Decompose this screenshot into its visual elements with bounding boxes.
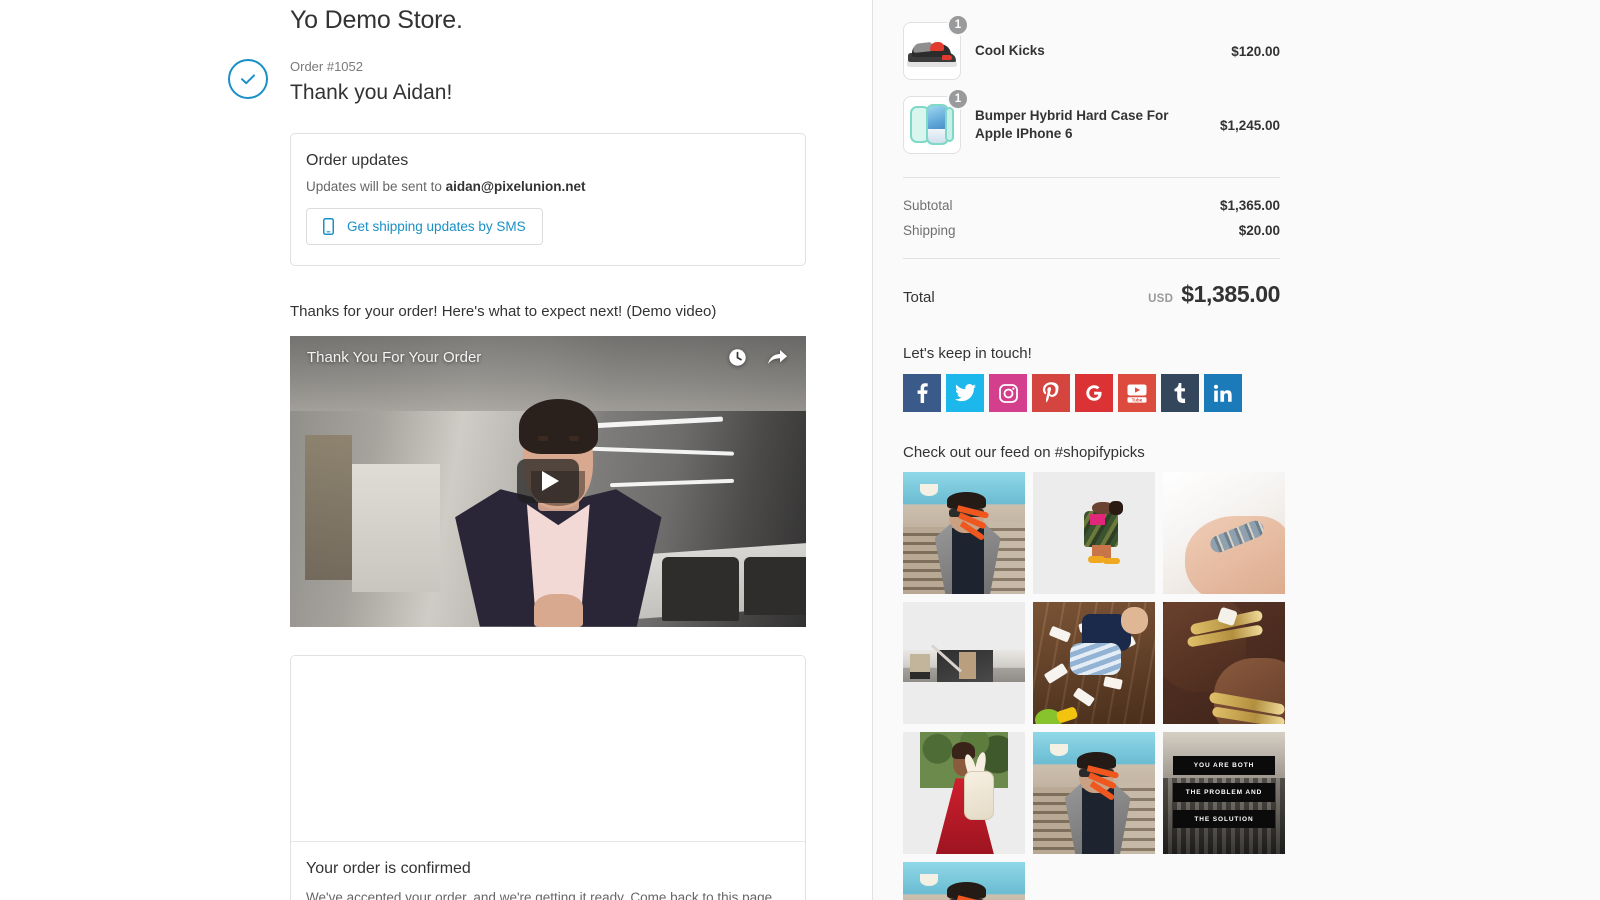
youtube-icon: Tube bbox=[1126, 383, 1148, 404]
instagram-feed-grid: YOU ARE BOTH THE PROBLEM AND THE SOLUTIO… bbox=[903, 472, 1280, 900]
feed-item-7[interactable] bbox=[1033, 732, 1155, 854]
pinterest-icon bbox=[1042, 382, 1060, 404]
feed-item-8[interactable]: YOU ARE BOTH THE PROBLEM AND THE SOLUTIO… bbox=[1163, 732, 1285, 854]
social-heading: Let's keep in touch! bbox=[903, 345, 1280, 362]
feed-item-3[interactable] bbox=[903, 602, 1025, 724]
total-currency: USD bbox=[1148, 293, 1173, 305]
total-row: Total USD $1,385.00 bbox=[903, 274, 1280, 308]
order-updates-email: aidan@pixelunion.net bbox=[446, 179, 586, 194]
social-link-tumblr[interactable] bbox=[1161, 374, 1199, 412]
order-status-title: Your order is confirmed bbox=[306, 860, 790, 878]
get-sms-updates-label: Get shipping updates by SMS bbox=[347, 219, 526, 234]
feed-item-4[interactable] bbox=[1033, 602, 1155, 724]
quote-line-3: THE SOLUTION bbox=[1173, 810, 1275, 828]
facebook-icon bbox=[917, 383, 928, 403]
video-controls bbox=[728, 348, 788, 367]
subtotal-row: Subtotal $1,365.00 bbox=[903, 193, 1280, 218]
video-title[interactable]: Thank You For Your Order bbox=[307, 349, 481, 366]
line-item-quantity-badge: 1 bbox=[947, 14, 969, 36]
social-link-youtube[interactable]: Tube bbox=[1118, 374, 1156, 412]
quote-line-2: THE PROBLEM AND bbox=[1173, 783, 1275, 801]
google-icon bbox=[1084, 383, 1104, 403]
social-link-pinterest[interactable] bbox=[1032, 374, 1070, 412]
feed-item-6[interactable] bbox=[903, 732, 1025, 854]
order-confirmation-header: Order #1052 Thank you Aidan! bbox=[290, 59, 806, 105]
store-name: Yo Demo Store. bbox=[290, 0, 806, 33]
play-button-icon[interactable] bbox=[517, 459, 579, 503]
summary-divider bbox=[903, 177, 1280, 178]
feed-item-1[interactable] bbox=[1033, 472, 1155, 594]
feed-item-0[interactable] bbox=[903, 472, 1025, 594]
order-updates-subtitle-prefix: Updates will be sent to bbox=[306, 179, 446, 194]
get-sms-updates-button[interactable]: Get shipping updates by SMS bbox=[306, 208, 543, 245]
social-link-google[interactable] bbox=[1075, 374, 1113, 412]
quote-line-1: YOU ARE BOTH bbox=[1173, 756, 1275, 774]
order-status-card: Your order is confirmed We've accepted y… bbox=[290, 655, 806, 900]
total-value: $1,385.00 bbox=[1181, 281, 1280, 308]
line-item-price: $1,245.00 bbox=[1220, 118, 1280, 133]
svg-text:Tube: Tube bbox=[1132, 397, 1143, 402]
line-item-name: Cool Kicks bbox=[975, 42, 1231, 60]
mobile-phone-icon bbox=[323, 218, 334, 235]
tumblr-icon bbox=[1174, 383, 1187, 403]
instagram-icon bbox=[999, 384, 1018, 403]
shipping-value: $20.00 bbox=[1239, 223, 1280, 238]
social-link-instagram[interactable] bbox=[989, 374, 1027, 412]
line-item-thumbnail-wrap: 1 bbox=[903, 96, 961, 154]
feed-item-2[interactable] bbox=[1163, 472, 1285, 594]
checkout-thank-you-page: Yo Demo Store. Order #1052 Thank you Aid… bbox=[0, 0, 1600, 900]
check-circle-icon bbox=[228, 59, 268, 99]
line-item-price: $120.00 bbox=[1231, 44, 1280, 59]
main-content-column: Yo Demo Store. Order #1052 Thank you Aid… bbox=[0, 0, 872, 900]
social-link-linkedin[interactable] bbox=[1204, 374, 1242, 412]
subtotal-label: Subtotal bbox=[903, 198, 953, 213]
order-updates-title: Order updates bbox=[306, 152, 790, 170]
line-item-name: Bumper Hybrid Hard Case For Apple IPhone… bbox=[975, 107, 1220, 143]
order-updates-card: Order updates Updates will be sent to ai… bbox=[290, 133, 806, 266]
line-items-list: 1 Cool Kicks $120.00 1 Bumper Hyb bbox=[903, 0, 1280, 162]
line-item-quantity-badge: 1 bbox=[947, 88, 969, 110]
twitter-icon bbox=[955, 384, 976, 402]
thank-you-heading: Thank you Aidan! bbox=[290, 80, 806, 105]
subtotal-value: $1,365.00 bbox=[1220, 198, 1280, 213]
feed-item-5[interactable] bbox=[1163, 602, 1285, 724]
social-link-twitter[interactable] bbox=[946, 374, 984, 412]
total-divider bbox=[903, 258, 1280, 259]
order-updates-subtitle: Updates will be sent to aidan@pixelunion… bbox=[306, 179, 790, 194]
total-label: Total bbox=[903, 289, 935, 306]
shipping-label: Shipping bbox=[903, 223, 956, 238]
shipping-row: Shipping $20.00 bbox=[903, 218, 1280, 243]
order-summary-sidebar: 1 Cool Kicks $120.00 1 Bumper Hyb bbox=[872, 0, 1600, 900]
feed-item-9[interactable] bbox=[903, 862, 1025, 900]
social-links: Tube bbox=[903, 374, 1280, 412]
video-heading: Thanks for your order! Here's what to ex… bbox=[290, 302, 806, 322]
share-arrow-icon[interactable] bbox=[767, 349, 788, 366]
order-number: Order #1052 bbox=[290, 59, 806, 76]
social-link-facebook[interactable] bbox=[903, 374, 941, 412]
linkedin-icon bbox=[1213, 384, 1233, 403]
line-item: 1 Cool Kicks $120.00 bbox=[903, 14, 1280, 88]
line-item-thumbnail-wrap: 1 bbox=[903, 22, 961, 80]
feed-heading: Check out our feed on #shopifypicks bbox=[903, 444, 1280, 461]
order-map-placeholder bbox=[291, 656, 805, 842]
clock-icon[interactable] bbox=[728, 348, 747, 367]
video-player[interactable]: Thank You For Your Order bbox=[290, 336, 806, 627]
line-item: 1 Bumper Hybrid Hard Case For Apple IPho… bbox=[903, 88, 1280, 162]
order-status-text: We've accepted your order, and we're get… bbox=[306, 888, 790, 900]
